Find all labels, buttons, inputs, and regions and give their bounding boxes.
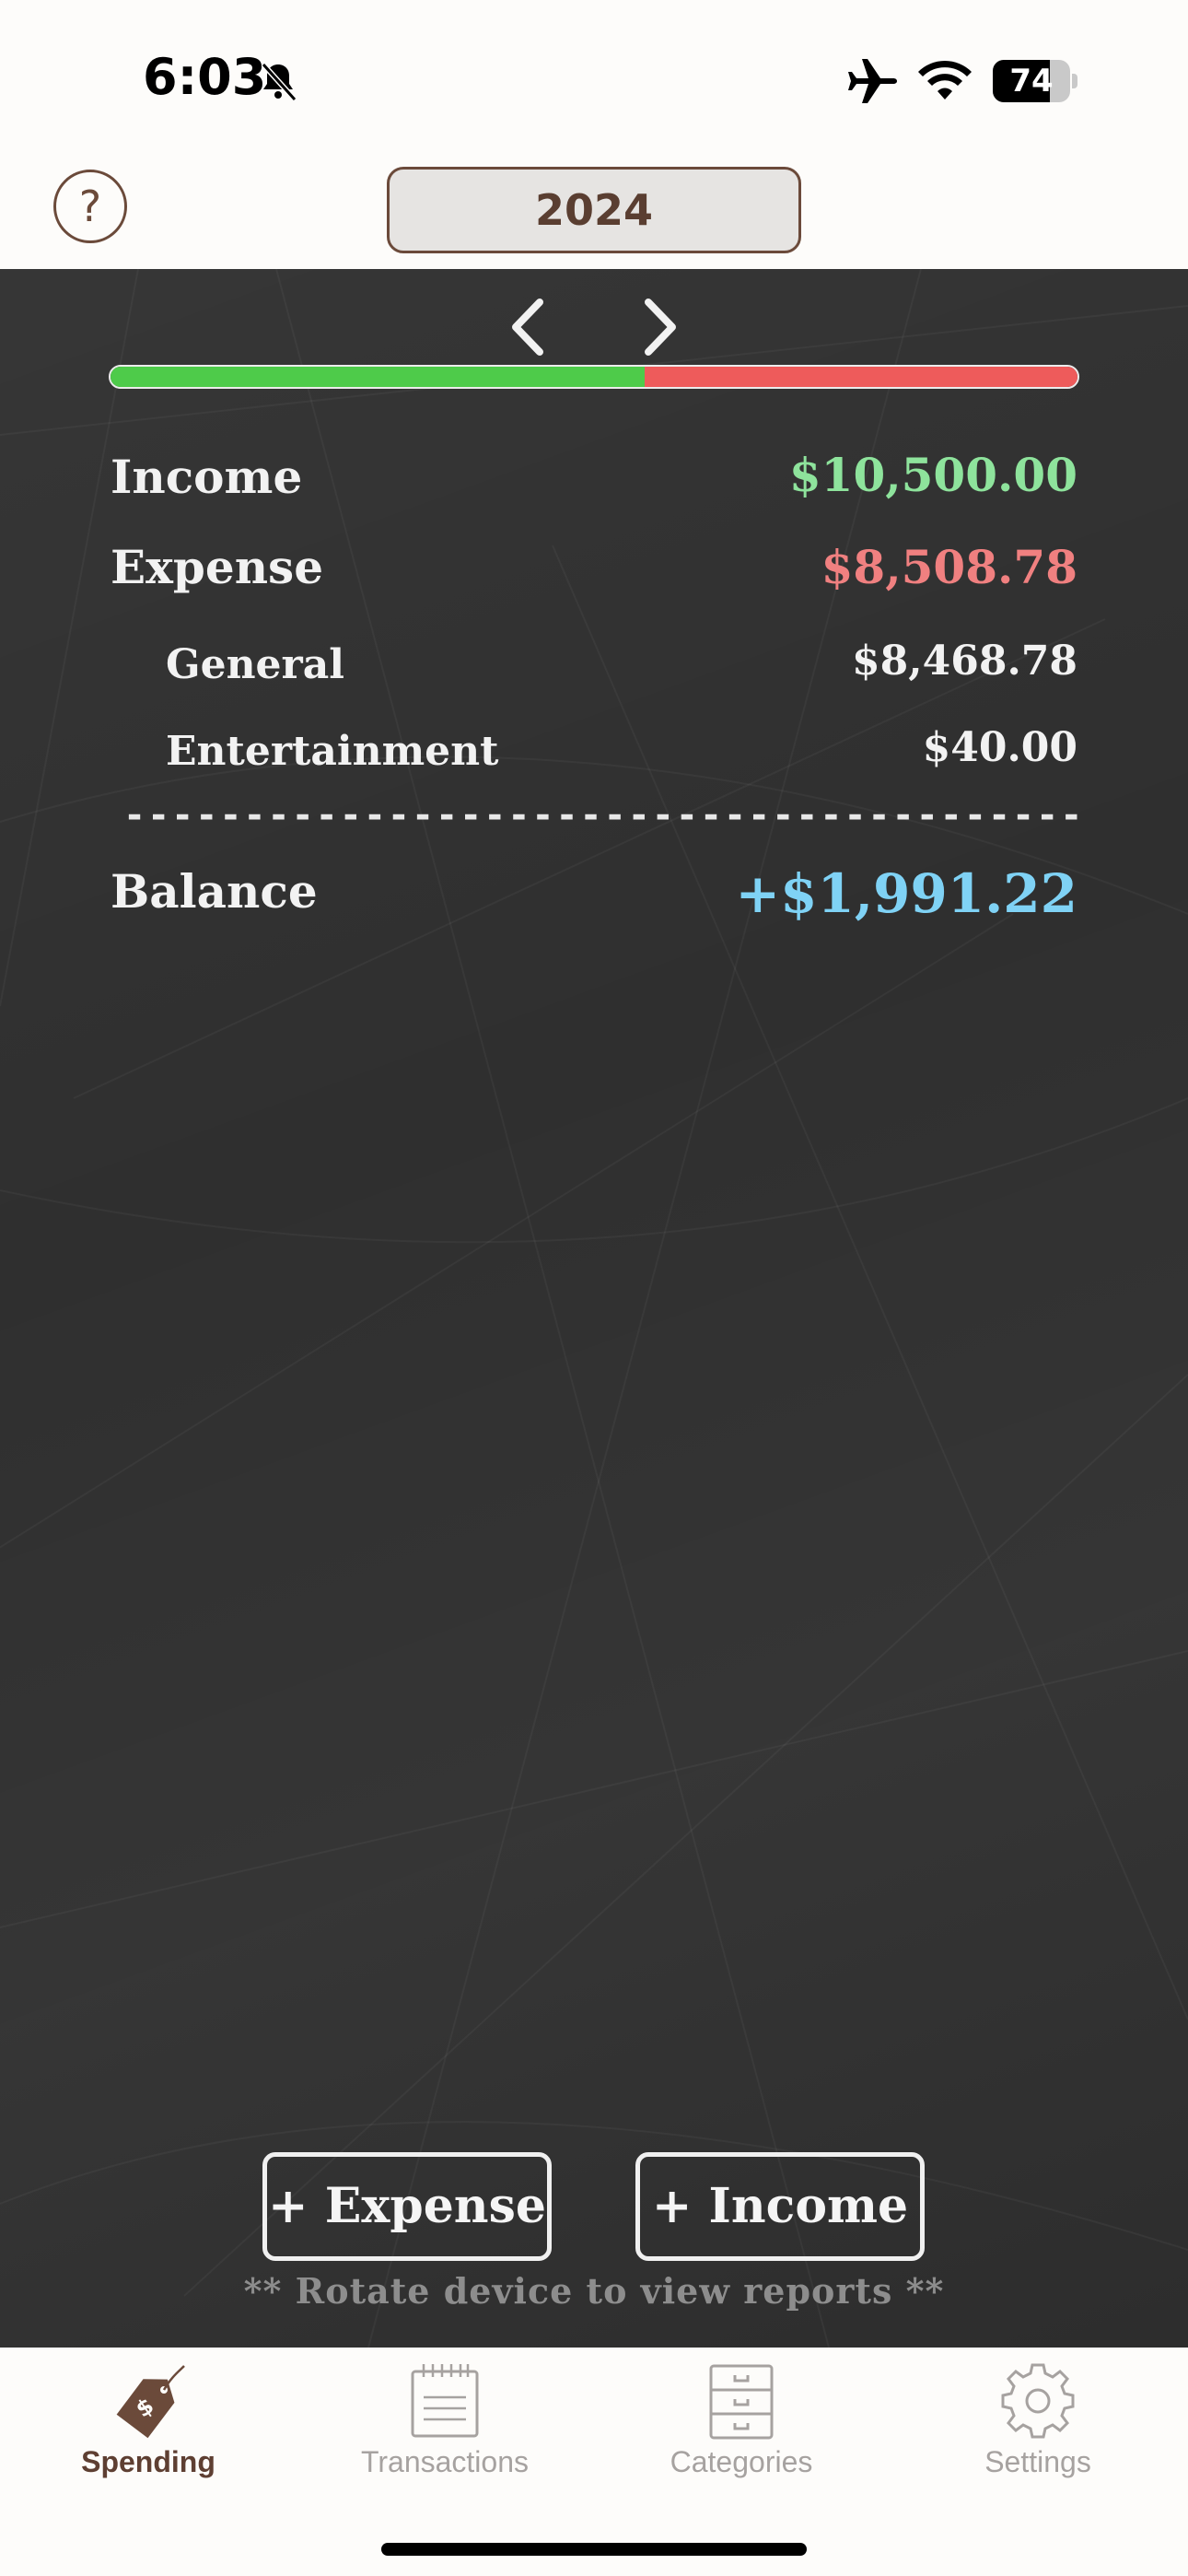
expense-label: Expense	[111, 540, 324, 594]
expense-portion-bar	[644, 367, 1077, 387]
category-general-value: $8,468.78	[852, 638, 1077, 685]
notepad-icon	[411, 2364, 479, 2438]
year-selector-button[interactable]: 2024	[387, 167, 801, 253]
status-bar: 6:03 74	[0, 0, 1188, 157]
home-indicator	[381, 2543, 807, 2556]
battery-percent: 74	[1009, 63, 1054, 100]
previous-year-chevron-icon[interactable]	[505, 297, 551, 357]
add-income-button[interactable]: + Income	[635, 2152, 925, 2261]
tab-settings-label: Settings	[984, 2445, 1091, 2478]
gear-icon	[1001, 2363, 1075, 2439]
income-portion-bar	[111, 367, 645, 387]
divider: ----------------------------------------	[123, 794, 1085, 837]
category-entertainment-label[interactable]: Entertainment	[166, 728, 498, 775]
add-expense-button[interactable]: + Expense	[262, 2152, 552, 2261]
expense-value: $8,508.78	[821, 540, 1077, 594]
wifi-icon	[918, 60, 972, 100]
tab-transactions[interactable]: Transactions	[297, 2348, 593, 2495]
tab-bar: $ Spending Transactions Categories Setti…	[0, 2348, 1188, 2576]
bell-slash-icon	[261, 62, 297, 102]
category-general-label[interactable]: General	[166, 641, 344, 688]
tab-transactions-label: Transactions	[361, 2445, 529, 2478]
tab-spending[interactable]: $ Spending	[0, 2348, 297, 2495]
income-value: $10,500.00	[788, 448, 1077, 502]
income-label: Income	[111, 450, 303, 504]
category-entertainment-value: $40.00	[922, 724, 1077, 771]
airplane-icon	[848, 59, 897, 103]
tab-categories[interactable]: Categories	[593, 2348, 890, 2495]
help-button[interactable]: ?	[53, 170, 127, 243]
tab-categories-label: Categories	[670, 2445, 813, 2478]
balance-label: Balance	[111, 864, 318, 919]
income-expense-progress-bar	[109, 365, 1079, 389]
balance-value: +$1,991.22	[735, 862, 1077, 925]
price-tag-icon: $	[116, 2365, 185, 2439]
chalkboard-summary: Income $10,500.00 Expense $8,508.78 Gene…	[0, 269, 1188, 2348]
tab-settings[interactable]: Settings	[890, 2348, 1186, 2495]
file-cabinet-icon	[709, 2364, 774, 2440]
battery-icon: 74	[993, 60, 1077, 102]
next-year-chevron-icon[interactable]	[637, 297, 683, 357]
rotate-hint: ** Rotate device to view reports **	[243, 2270, 945, 2312]
status-time: 6:03	[143, 48, 267, 106]
tab-spending-label: Spending	[81, 2445, 215, 2478]
